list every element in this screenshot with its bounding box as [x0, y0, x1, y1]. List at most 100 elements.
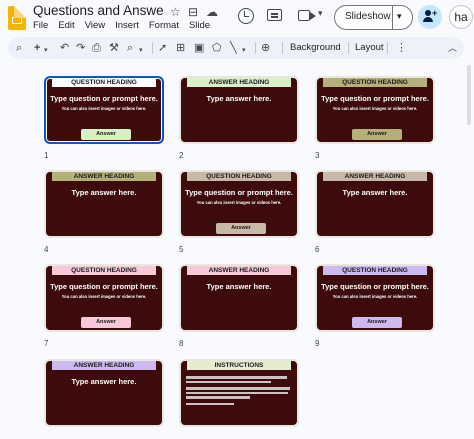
menu-insert[interactable]: Insert	[115, 20, 139, 31]
menu-file[interactable]: File	[33, 20, 48, 31]
slide-thumbnail[interactable]: QUESTION HEADING Type question or prompt …	[315, 76, 435, 144]
slide-main-text: Type answer here.	[206, 282, 272, 291]
slide-heading: INSTRUCTIONS	[187, 361, 291, 370]
select-arrow-icon[interactable]: ➚	[158, 41, 167, 55]
answer-button[interactable]: Answer	[352, 317, 402, 328]
toolbar: ⌕ + ▾ ↶ ↷ ⎙ ⚒ ⌕ ▾ ➚ ⊞ ▣ ⬠ ╲ ▾ ⊕ Backgrou…	[8, 37, 464, 59]
meet-camera-icon[interactable]	[298, 10, 316, 21]
divider	[392, 6, 393, 29]
slide-sub-text: You can also insert images or videos her…	[61, 294, 147, 299]
search-menus-icon[interactable]: ⌕	[16, 41, 22, 55]
slide-heading: ANSWER HEADING	[187, 266, 291, 275]
slide-thumbnail[interactable]: QUESTION HEADING Type question or prompt …	[44, 76, 164, 144]
zoom-chevron-icon[interactable]: ▾	[139, 44, 143, 58]
slide-heading: QUESTION HEADING	[323, 78, 427, 87]
slide-thumbnail[interactable]: INSTRUCTIONS	[179, 359, 299, 427]
menu-view[interactable]: View	[85, 20, 105, 31]
layout-button[interactable]: Layout	[355, 41, 384, 55]
divider	[152, 42, 153, 54]
paint-format-icon[interactable]: ⚒	[109, 41, 119, 55]
comments-icon[interactable]	[267, 9, 282, 21]
slide-main-text: Type question or prompt here.	[321, 282, 429, 291]
slide-main-text: Type question or prompt here.	[50, 282, 158, 291]
chevron-down-icon[interactable]: ▾	[318, 8, 323, 19]
slide-thumbnail[interactable]: QUESTION HEADING Type question or prompt …	[44, 264, 164, 332]
slideshow-options-chevron-icon[interactable]: ▾	[397, 11, 402, 22]
slide-heading: ANSWER HEADING	[52, 172, 156, 181]
menu-bar: File Edit View Insert Format Slide	[33, 20, 210, 31]
slide-thumbnail[interactable]: ANSWER HEADING Type answer here.	[179, 76, 299, 144]
slide-thumbnail[interactable]: QUESTION HEADING Type question or prompt …	[179, 170, 299, 238]
new-slide-chevron-icon[interactable]: ▾	[44, 44, 48, 58]
slide-sub-text: You can also insert images or videos her…	[332, 106, 418, 111]
slide-heading: QUESTION HEADING	[323, 266, 427, 275]
slide-number: 4	[44, 245, 49, 254]
slide-main-text: Type question or prompt here.	[321, 94, 429, 103]
slide-number: 5	[179, 245, 184, 254]
divider	[282, 42, 283, 54]
slides-logo-icon[interactable]	[8, 6, 26, 30]
person-icon	[425, 10, 431, 16]
slide-number: 8	[179, 339, 184, 348]
slide-number: 9	[315, 339, 320, 348]
answer-button[interactable]: Answer	[216, 223, 266, 234]
slide-thumbnail[interactable]: ANSWER HEADING Type answer here.	[44, 170, 164, 238]
line-icon[interactable]: ╲	[230, 41, 237, 55]
more-options-icon[interactable]: ⋮	[396, 41, 407, 55]
star-icon[interactable]: ☆	[170, 5, 181, 19]
slide-thumbnail[interactable]: ANSWER HEADING Type answer here.	[179, 264, 299, 332]
slide-heading: ANSWER HEADING	[323, 172, 427, 181]
zoom-icon[interactable]: ⌕	[127, 41, 133, 55]
answer-button[interactable]: Answer	[81, 317, 131, 328]
slide-heading: QUESTION HEADING	[52, 266, 156, 275]
version-history-icon[interactable]	[238, 8, 254, 24]
plus-icon: +	[432, 8, 438, 18]
print-icon[interactable]: ⎙	[92, 41, 101, 55]
text-box-icon[interactable]: ⊞	[176, 41, 185, 55]
slide-number: 3	[315, 151, 320, 160]
slide-sub-text: You can also insert images or videos her…	[196, 200, 282, 205]
redo-icon[interactable]: ↷	[76, 41, 85, 55]
slide-number: 7	[44, 339, 49, 348]
slide-thumbnail[interactable]: ANSWER HEADING Type answer here.	[315, 170, 435, 238]
answer-button[interactable]: Answer	[81, 129, 131, 140]
slide-heading: QUESTION HEADING	[52, 78, 156, 87]
slide-sub-text: You can also insert images or videos her…	[332, 294, 418, 299]
slide-main-text: Type answer here.	[342, 188, 408, 197]
line-chevron-icon[interactable]: ▾	[242, 44, 246, 58]
menu-slide[interactable]: Slide	[189, 20, 210, 31]
background-button[interactable]: Background	[290, 41, 341, 55]
avatar[interactable]: ha	[449, 5, 473, 29]
instructions-body-image	[186, 376, 292, 405]
share-button[interactable]: +	[418, 5, 442, 29]
slide-main-text: Type answer here.	[71, 188, 137, 197]
slide-main-text: Type question or prompt here.	[50, 94, 158, 103]
cloud-status-icon[interactable]: ☁	[206, 5, 218, 19]
collapse-toolbar-icon[interactable]: ︿	[448, 41, 457, 55]
slide-main-text: Type answer here.	[206, 94, 272, 103]
slideshow-label: Slideshow	[345, 11, 391, 22]
divider	[387, 42, 388, 54]
slide-number: 2	[179, 151, 184, 160]
slide-heading: ANSWER HEADING	[52, 361, 156, 370]
move-folder-icon[interactable]: ⊟	[188, 5, 198, 19]
divider	[255, 42, 256, 54]
slide-heading: QUESTION HEADING	[187, 172, 291, 181]
document-title[interactable]: Questions and Answers T...	[33, 3, 163, 18]
slide-thumbnail[interactable]: QUESTION HEADING Type question or prompt …	[315, 264, 435, 332]
slide-main-text: Type answer here.	[71, 377, 137, 386]
slide-grid: QUESTION HEADING Type question or prompt …	[0, 62, 474, 439]
answer-button[interactable]: Answer	[352, 129, 402, 140]
top-bar: Questions and Answers T... ☆ ⊟ ☁ File Ed…	[0, 0, 474, 36]
add-comment-icon[interactable]: ⊕	[261, 41, 270, 55]
slideshow-button[interactable]: Slideshow ▾	[334, 5, 413, 30]
slide-number: 6	[315, 245, 320, 254]
menu-format[interactable]: Format	[149, 20, 179, 31]
slide-thumbnail[interactable]: ANSWER HEADING Type answer here.	[44, 359, 164, 427]
new-slide-icon[interactable]: +	[34, 41, 40, 55]
slide-heading: ANSWER HEADING	[187, 78, 291, 87]
undo-icon[interactable]: ↶	[60, 41, 69, 55]
shape-icon[interactable]: ⬠	[212, 41, 222, 55]
menu-edit[interactable]: Edit	[58, 20, 74, 31]
image-icon[interactable]: ▣	[194, 41, 204, 55]
